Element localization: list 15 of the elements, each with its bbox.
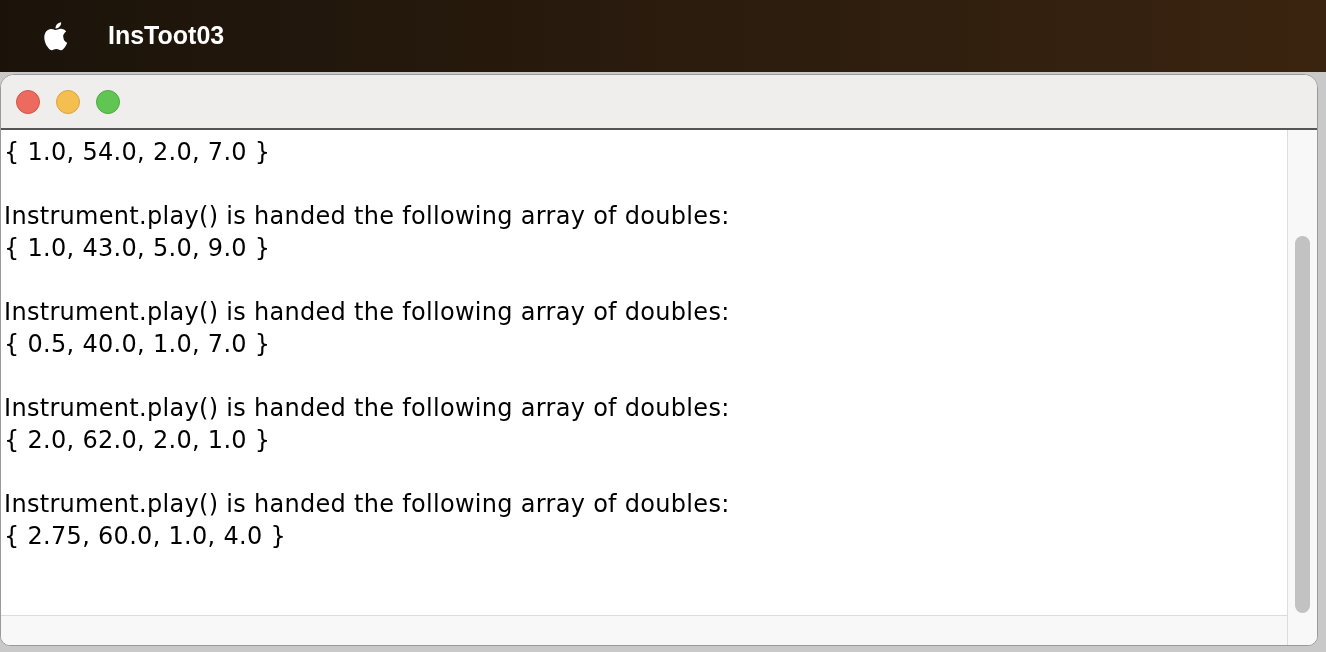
output-line: { 1.0, 54.0, 2.0, 7.0 }: [4, 137, 272, 168]
output-line: { 2.0, 62.0, 2.0, 1.0 }: [4, 425, 272, 456]
close-button[interactable]: [16, 89, 40, 114]
output-line: { 2.75, 60.0, 1.0, 4.0 }: [4, 521, 287, 552]
output-line: Instrument.play() is handed the following array of doubles:: [4, 393, 731, 424]
output-line: Instrument.play() is handed the following array of doubles:: [4, 297, 731, 328]
apple-logo-icon[interactable]: [42, 21, 68, 51]
minimize-button[interactable]: [56, 89, 80, 114]
output-line: { 0.5, 40.0, 1.0, 7.0 }: [4, 329, 272, 360]
zoom-button[interactable]: [96, 89, 120, 114]
scrollbar-thumb[interactable]: [1295, 236, 1310, 613]
output-line: Instrument.play() is handed the following array of doubles:: [4, 201, 731, 232]
output-line: { 1.0, 43.0, 5.0, 9.0 }: [4, 233, 272, 264]
app-name[interactable]: InsToot03: [108, 17, 225, 55]
output-line: Instrument.play() is handed the following array of doubles:: [4, 489, 731, 520]
